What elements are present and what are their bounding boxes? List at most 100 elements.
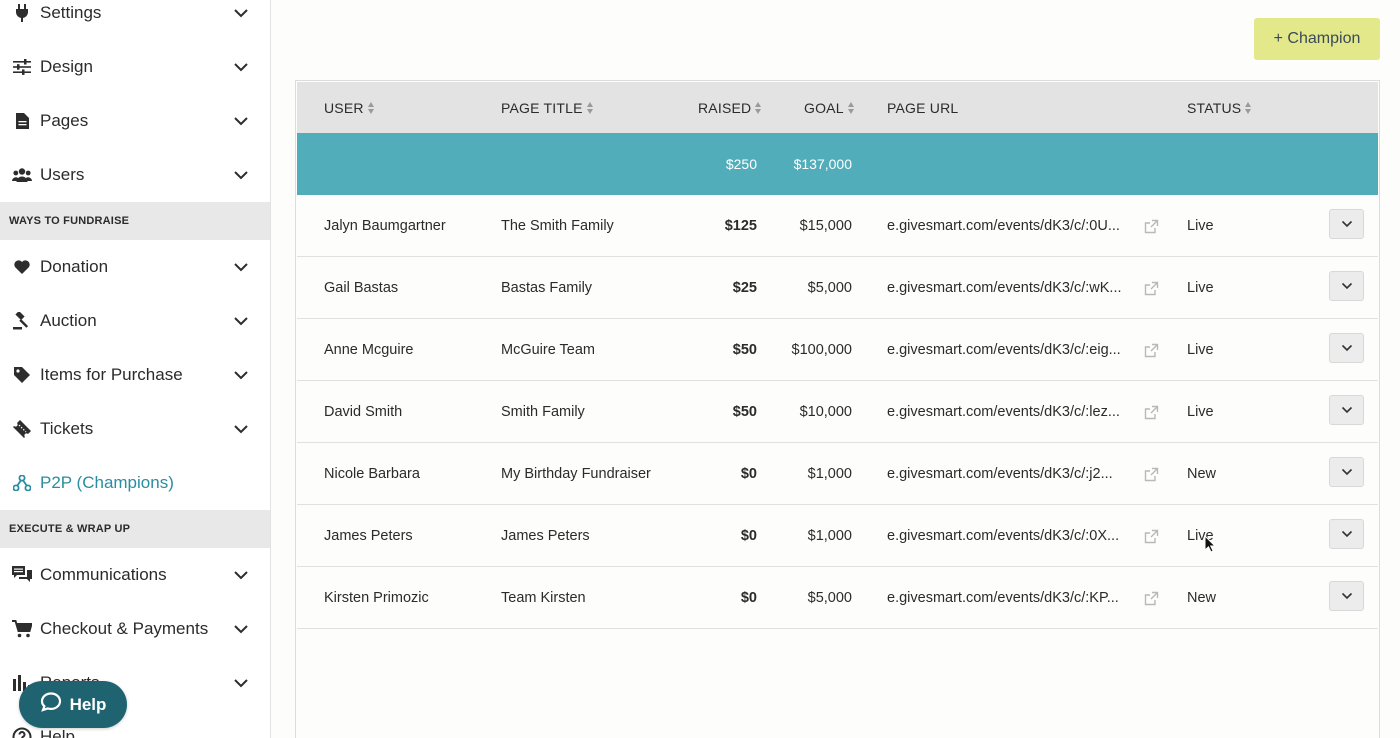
column-header-label: PAGE TITLE bbox=[501, 99, 583, 116]
cell-raised: $25 bbox=[732, 280, 757, 296]
sidebar-item-settings[interactable]: Settings bbox=[0, 0, 270, 40]
chevron-down-icon bbox=[232, 420, 250, 438]
table-row: Nicole Barbara My Birthday Fundraiser $0 $1… bbox=[297, 443, 1378, 505]
cell-page-title: Bastas Family bbox=[501, 280, 593, 296]
cell-page-url[interactable]: e.givesmart.com/events/dK3/c/:0U... bbox=[887, 195, 1129, 257]
plug-icon bbox=[12, 3, 32, 23]
external-link-icon[interactable] bbox=[1143, 505, 1160, 567]
help-button[interactable]: Help bbox=[19, 681, 127, 728]
column-header-label: STATUS bbox=[1187, 99, 1242, 116]
page-url-text: e.givesmart.com/events/dK3/c/:0U... bbox=[887, 218, 1120, 234]
sidebar-item-users[interactable]: Users bbox=[0, 148, 270, 202]
cell-raised: $50 bbox=[732, 404, 757, 420]
sort-icon bbox=[586, 101, 593, 114]
cell-goal: $1,000 bbox=[807, 528, 852, 544]
sidebar-item-p2p-champions[interactable]: P2P (Champions) bbox=[0, 456, 270, 510]
total-goal: $137,000 bbox=[793, 156, 852, 172]
sidebar-item-label: Design bbox=[40, 57, 93, 76]
sidebar-item-checkout-payments[interactable]: Checkout & Payments bbox=[0, 602, 270, 656]
cell-page-url[interactable]: e.givesmart.com/events/dK3/c/:0X... bbox=[887, 505, 1129, 567]
sidebar-item-label: Communications bbox=[40, 565, 167, 584]
chevron-down-icon bbox=[232, 620, 250, 638]
cell-page-url[interactable]: e.givesmart.com/events/dK3/c/:j2... bbox=[887, 443, 1129, 505]
sidebar-item-tickets[interactable]: Tickets bbox=[0, 402, 270, 456]
external-link-icon[interactable] bbox=[1143, 381, 1160, 443]
external-link-icon[interactable] bbox=[1143, 195, 1160, 257]
cell-status: New bbox=[1187, 590, 1217, 606]
main-content: + Champion USER PAGE TITLE RAISED GOAL P… bbox=[271, 0, 1400, 738]
cell-page-title: Smith Family bbox=[501, 404, 585, 420]
cell-page-title: My Birthday Fundraiser bbox=[501, 466, 651, 482]
sort-icon bbox=[755, 101, 762, 114]
cell-page-title: The Smith Family bbox=[501, 218, 614, 234]
sliders-icon bbox=[12, 57, 32, 77]
page-url-text: e.givesmart.com/events/dK3/c/:0X... bbox=[887, 528, 1120, 544]
column-header-raised[interactable]: RAISED bbox=[698, 82, 762, 133]
champions-table: USER PAGE TITLE RAISED GOAL PAGE URL STA… bbox=[295, 80, 1380, 738]
sidebar-item-items-for-purchase[interactable]: Items for Purchase bbox=[0, 348, 270, 402]
chevron-down-icon bbox=[1341, 468, 1352, 476]
chevron-down-icon bbox=[1341, 344, 1352, 352]
heart-icon bbox=[12, 257, 32, 277]
users-icon bbox=[12, 165, 32, 185]
column-header-status[interactable]: STATUS bbox=[1187, 82, 1252, 133]
row-actions-dropdown[interactable] bbox=[1329, 333, 1364, 363]
column-header-goal[interactable]: GOAL bbox=[804, 82, 854, 133]
cell-user: Jalyn Baumgartner bbox=[324, 218, 446, 234]
total-raised: $250 bbox=[725, 156, 757, 172]
sidebar-item-pages[interactable]: Pages bbox=[0, 94, 270, 148]
sidebar-item-communications[interactable]: Communications bbox=[0, 548, 270, 602]
sidebar-item-label: Auction bbox=[40, 311, 97, 330]
chevron-down-icon bbox=[1341, 282, 1352, 290]
row-actions-dropdown[interactable] bbox=[1329, 581, 1364, 611]
cell-goal: $1,000 bbox=[807, 466, 852, 482]
chevron-down-icon bbox=[232, 258, 250, 276]
cell-page-url[interactable]: e.givesmart.com/events/dK3/c/:KP... bbox=[887, 567, 1129, 629]
sidebar-item-auction[interactable]: Auction bbox=[0, 294, 270, 348]
cell-page-url[interactable]: e.givesmart.com/events/dK3/c/:wK... bbox=[887, 257, 1129, 319]
sidebar-item-label: Help bbox=[40, 727, 75, 738]
row-actions-dropdown[interactable] bbox=[1329, 519, 1364, 549]
page-url-text: e.givesmart.com/events/dK3/c/:wK... bbox=[887, 280, 1122, 296]
column-header-page-url: PAGE URL bbox=[887, 82, 958, 133]
row-actions-dropdown[interactable] bbox=[1329, 209, 1364, 239]
column-header-user[interactable]: USER bbox=[324, 82, 374, 133]
cell-page-url[interactable]: e.givesmart.com/events/dK3/c/:eig... bbox=[887, 319, 1129, 381]
table-row: Jalyn Baumgartner The Smith Family $125 $15… bbox=[297, 195, 1378, 257]
network-icon bbox=[12, 473, 32, 493]
cell-goal: $15,000 bbox=[799, 218, 852, 234]
cell-page-title: McGuire Team bbox=[501, 342, 596, 358]
cell-status: New bbox=[1187, 466, 1217, 482]
ticket-icon bbox=[12, 419, 32, 439]
external-link-icon[interactable] bbox=[1143, 257, 1160, 319]
cell-raised: $125 bbox=[724, 218, 757, 234]
table-row: Gail Bastas Bastas Family $25 $5,000 e.gives… bbox=[297, 257, 1378, 319]
cell-user: Anne Mcguire bbox=[324, 342, 414, 358]
chevron-down-icon bbox=[232, 58, 250, 76]
chevron-down-icon bbox=[1341, 220, 1352, 228]
cell-status: Live bbox=[1187, 218, 1214, 234]
sidebar-item-design[interactable]: Design bbox=[0, 40, 270, 94]
sidebar: Settings Design Pages Users WAYS TO FUND… bbox=[0, 0, 271, 738]
chevron-down-icon bbox=[1341, 592, 1352, 600]
mouse-cursor-icon bbox=[1204, 535, 1216, 553]
chevron-down-icon bbox=[232, 366, 250, 384]
cell-raised: $50 bbox=[732, 342, 757, 358]
section-header-execute-wrap-up: EXECUTE & WRAP UP bbox=[0, 510, 270, 548]
column-header-page-title[interactable]: PAGE TITLE bbox=[501, 82, 593, 133]
row-actions-dropdown[interactable] bbox=[1329, 395, 1364, 425]
row-actions-dropdown[interactable] bbox=[1329, 271, 1364, 301]
add-champion-button[interactable]: + Champion bbox=[1254, 18, 1380, 60]
sidebar-item-label: Settings bbox=[40, 3, 102, 22]
row-actions-dropdown[interactable] bbox=[1329, 457, 1364, 487]
help-button-label: Help bbox=[69, 694, 107, 714]
external-link-icon[interactable] bbox=[1143, 319, 1160, 381]
external-link-icon[interactable] bbox=[1143, 567, 1160, 629]
cell-page-url[interactable]: e.givesmart.com/events/dK3/c/:lez... bbox=[887, 381, 1129, 443]
chevron-down-icon bbox=[232, 112, 250, 130]
sidebar-item-donation[interactable]: Donation bbox=[0, 240, 270, 294]
cell-goal: $5,000 bbox=[807, 280, 852, 296]
sidebar-item-label: Checkout & Payments bbox=[40, 619, 209, 638]
sidebar-item-label: Users bbox=[40, 165, 85, 184]
external-link-icon[interactable] bbox=[1143, 443, 1160, 505]
